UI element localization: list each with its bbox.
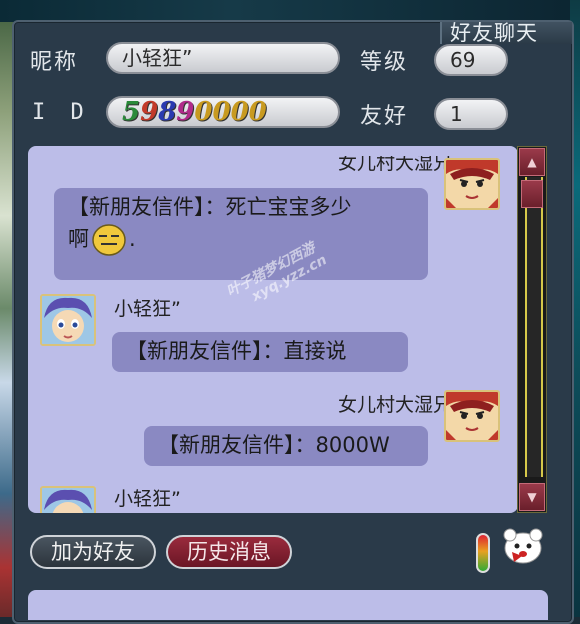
id-digit: 9 <box>140 97 159 127</box>
message-input[interactable] <box>28 590 548 620</box>
sleepy-face-icon <box>91 222 127 256</box>
message-bubble: 【新朋友信件】：直接说 <box>112 332 408 372</box>
message-sender: 女儿村大湿兄 <box>337 152 452 174</box>
chat-log[interactable]: 女儿村大湿兄 【新朋友信件】：死亡宝宝多少 啊 . 小轻狂” 【新朋友信件】：直… <box>28 146 518 513</box>
level-field: 69 <box>434 44 508 76</box>
scroll-down-button[interactable]: ▼ <box>519 483 545 511</box>
avatar <box>40 486 96 513</box>
level-label: 等级 <box>360 50 409 75</box>
add-friend-button[interactable]: 加为好友 <box>30 535 156 569</box>
nickname-label: 昵称 <box>30 50 79 75</box>
message-sender: 女儿村大湿兄 <box>337 394 452 416</box>
mascot-icon[interactable] <box>500 526 546 566</box>
scroll-thumb[interactable] <box>521 180 543 208</box>
game-scene-top <box>0 0 580 22</box>
history-button[interactable]: 历史消息 <box>166 535 292 569</box>
id-digit: 5 <box>122 97 141 127</box>
chat-scrollbar[interactable]: ▲ ▼ <box>517 146 547 513</box>
scroll-track[interactable] <box>525 177 543 477</box>
message-bubble: 【新朋友信件】：8000W <box>144 426 428 466</box>
friendship-label: 友好 <box>360 104 409 129</box>
id-digit: 0 <box>248 97 267 127</box>
message-text: 【新朋友信件】：死亡宝宝多少 <box>68 195 352 219</box>
id-field: 59890000 <box>106 96 340 128</box>
message-punctuation: . <box>129 227 136 251</box>
message-sender: 小轻狂” <box>114 488 181 510</box>
id-digit: 8 <box>158 97 177 127</box>
nickname-field: 小轻狂” <box>106 42 340 74</box>
message-text-continued: 啊 <box>68 227 89 251</box>
avatar <box>444 390 500 442</box>
avatar <box>444 158 500 210</box>
id-digit: 0 <box>230 97 249 127</box>
id-label: I D <box>32 100 90 125</box>
friendship-field: 1 <box>434 98 508 130</box>
message-bubble: 【新朋友信件】：死亡宝宝多少 啊 . <box>54 188 428 280</box>
id-digit: 0 <box>212 97 231 127</box>
avatar <box>40 294 96 346</box>
id-value: 59890000 <box>122 97 267 127</box>
message-sender: 小轻狂” <box>114 298 181 320</box>
status-light-icon <box>476 533 490 573</box>
window-title[interactable]: 好友聊天 <box>440 22 572 44</box>
id-digit: 0 <box>194 97 213 127</box>
scroll-up-button[interactable]: ▲ <box>519 148 545 176</box>
id-digit: 9 <box>176 97 195 127</box>
